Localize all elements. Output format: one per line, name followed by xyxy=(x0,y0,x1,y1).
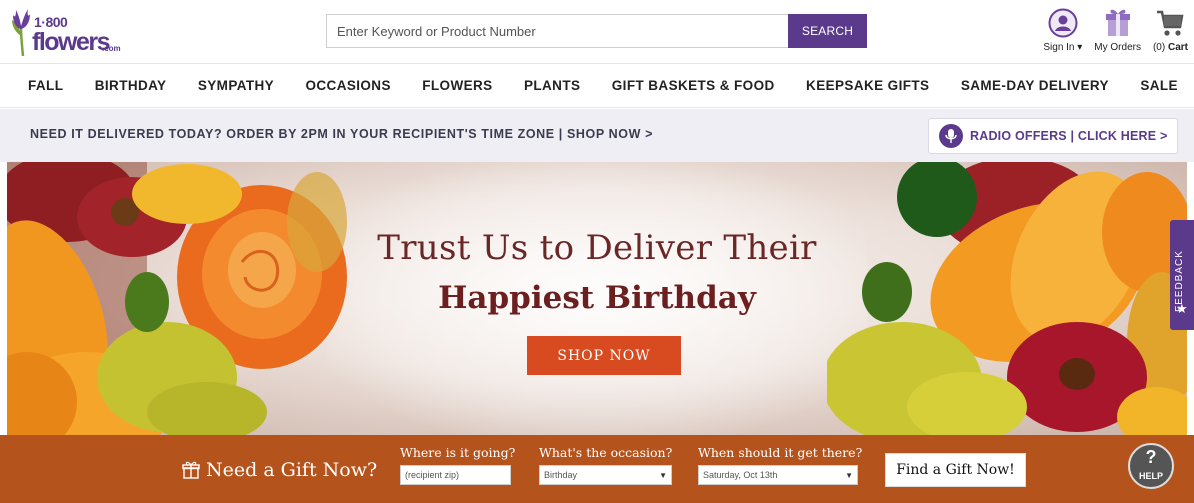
help-label: HELP xyxy=(1138,471,1163,481)
occasion-label: What's the occasion? xyxy=(539,445,673,460)
help-glyph: ? xyxy=(1145,447,1157,467)
nav-sale[interactable]: SALE xyxy=(1140,78,1178,93)
search-bar: SEARCH xyxy=(326,14,867,48)
main-nav: FALL BIRTHDAY SYMPATHY OCCASIONS FLOWERS… xyxy=(0,63,1194,108)
search-input[interactable] xyxy=(326,14,788,48)
nav-same-day-delivery[interactable]: SAME-DAY DELIVERY xyxy=(961,78,1109,93)
occasion-field-group: What's the occasion? Birthday ▼ xyxy=(539,445,672,485)
gift-icon xyxy=(182,461,200,479)
nav-fall[interactable]: FALL xyxy=(28,78,63,93)
hero-heading-line2: Happiest Birthday xyxy=(438,280,756,316)
help-button[interactable]: ? HELP xyxy=(1128,443,1174,493)
search-button[interactable]: SEARCH xyxy=(788,14,867,48)
gift-finder-title: Need a Gift Now? xyxy=(182,459,377,481)
gift-finder-bar: Need a Gift Now? Where is it going? What… xyxy=(0,435,1194,503)
zip-field-box xyxy=(400,465,511,485)
star-icon: ★ xyxy=(1176,301,1188,316)
zip-label: Where is it going? xyxy=(400,445,516,460)
gift-finder-title-text: Need a Gift Now? xyxy=(206,459,378,481)
promo-bar: NEED IT DELIVERED TODAY? ORDER BY 2PM IN… xyxy=(0,109,1194,162)
user-icon xyxy=(1048,8,1078,38)
occasion-select[interactable]: Birthday ▼ xyxy=(539,465,672,485)
nav-keepsake-gifts[interactable]: KEEPSAKE GIFTS xyxy=(806,78,929,93)
zip-input[interactable] xyxy=(405,470,506,480)
cart-label: (0) Cart xyxy=(1153,42,1188,53)
logo-wordmark: flowers xyxy=(32,28,111,56)
nav-flowers[interactable]: FLOWERS xyxy=(422,78,492,93)
nav-sympathy[interactable]: SYMPATHY xyxy=(198,78,274,93)
hero-banner: Trust Us to Deliver Their Happiest Birth… xyxy=(7,162,1187,435)
hero-heading-line1: Trust Us to Deliver Their xyxy=(377,228,817,268)
header-links: Sign In ▾ My Orders (0) Cart xyxy=(1031,4,1188,60)
cart-count: (0) xyxy=(1152,42,1166,53)
sign-in-link[interactable]: Sign In ▾ xyxy=(1043,4,1082,60)
date-value: Saturday, Oct 13th xyxy=(703,470,778,480)
nav-gift-baskets-food[interactable]: GIFT BASKETS & FOOD xyxy=(612,78,775,93)
logo-suffix: .com xyxy=(102,44,121,53)
radio-offers-label: RADIO OFFERS | CLICK HERE > xyxy=(970,129,1168,143)
site-header: 1·800 flowers .com SEARCH Sign In ▾ xyxy=(0,0,1194,63)
radio-offers-button[interactable]: RADIO OFFERS | CLICK HERE > xyxy=(928,118,1178,154)
find-gift-button[interactable]: Find a Gift Now! xyxy=(885,453,1026,487)
same-day-promo-link[interactable]: NEED IT DELIVERED TODAY? ORDER BY 2PM IN… xyxy=(30,127,653,141)
site-logo[interactable]: 1·800 flowers .com xyxy=(10,6,125,60)
gift-box-icon xyxy=(1105,9,1130,36)
my-orders-link[interactable]: My Orders xyxy=(1094,4,1141,60)
shop-now-button[interactable]: SHOP NOW xyxy=(527,336,681,375)
chevron-down-icon: ▼ xyxy=(845,470,853,480)
nav-occasions[interactable]: OCCASIONS xyxy=(306,78,391,93)
date-label: When should it get there? xyxy=(698,445,863,460)
feedback-tab[interactable]: FEEDBACK ★ xyxy=(1170,220,1194,330)
chevron-down-icon: ▼ xyxy=(659,470,667,480)
occasion-value: Birthday xyxy=(544,470,578,480)
my-orders-label: My Orders xyxy=(1094,42,1141,53)
date-field-group: When should it get there? Saturday, Oct … xyxy=(698,445,862,485)
nav-plants[interactable]: PLANTS xyxy=(524,78,580,93)
sign-in-label: Sign In ▾ xyxy=(1043,42,1083,53)
cart-icon xyxy=(1157,10,1184,36)
date-select[interactable]: Saturday, Oct 13th ▼ xyxy=(698,465,858,485)
zip-field-group: Where is it going? xyxy=(400,445,515,485)
nav-birthday[interactable]: BIRTHDAY xyxy=(95,78,167,93)
microphone-icon xyxy=(939,124,963,148)
cart-text: Cart xyxy=(1167,42,1188,53)
cart-link[interactable]: (0) Cart xyxy=(1153,4,1188,60)
